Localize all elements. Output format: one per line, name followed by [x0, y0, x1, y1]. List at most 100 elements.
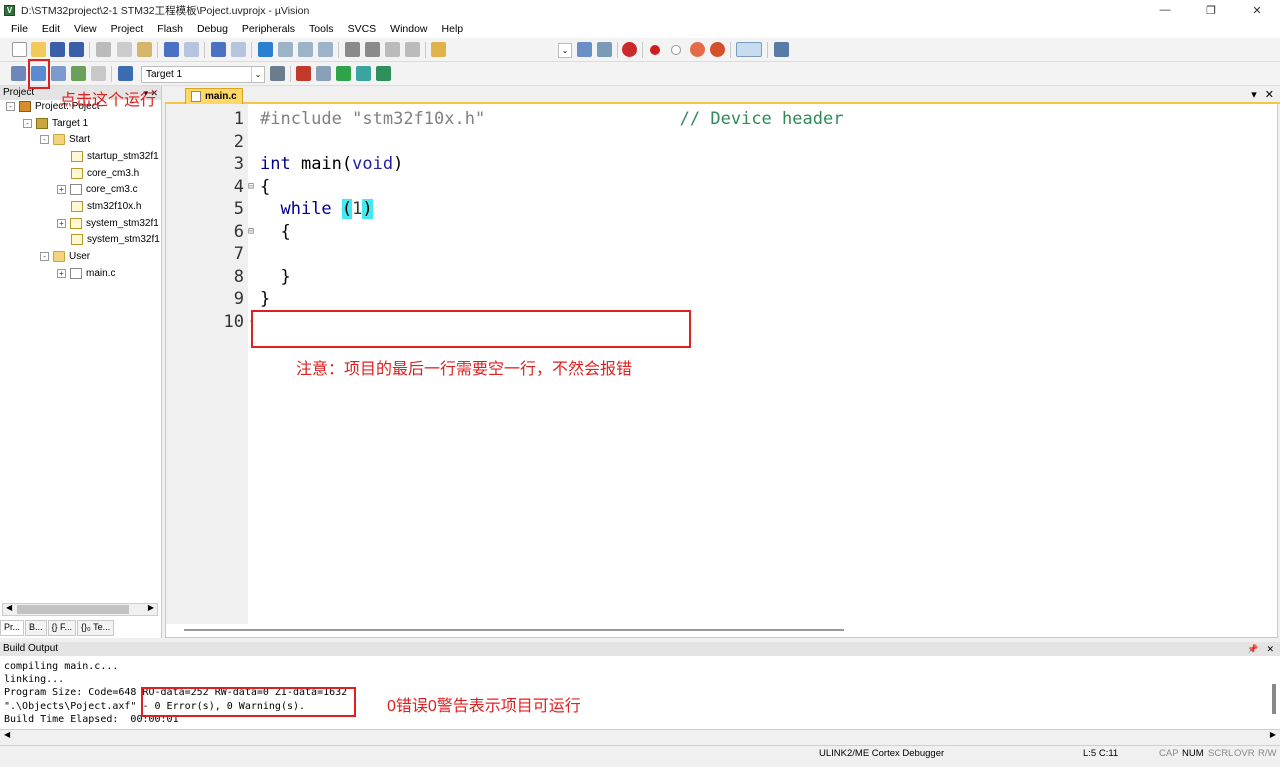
code-line[interactable]: 6 ⊟ {: [166, 221, 1266, 243]
tree-node-group-user[interactable]: - User: [40, 248, 90, 264]
menu-view[interactable]: View: [67, 23, 104, 35]
debug-session-icon[interactable]: [622, 42, 637, 57]
expand-icon[interactable]: +: [57, 268, 66, 278]
scroll-right-icon[interactable]: ▶: [148, 603, 154, 612]
expand-icon[interactable]: +: [57, 218, 66, 228]
prev-bookmark-icon[interactable]: [278, 42, 293, 57]
comment-icon[interactable]: [385, 42, 400, 57]
multi-project-icon[interactable]: [376, 66, 391, 81]
menu-peripherals[interactable]: Peripherals: [235, 23, 302, 35]
rebuild-icon[interactable]: [51, 66, 66, 81]
tree-node-file[interactable]: + system_stm32f1: [57, 215, 159, 231]
menu-svcs[interactable]: SVCS: [341, 23, 384, 35]
tree-node-file[interactable]: core_cm3.h: [71, 165, 139, 181]
target-options-icon[interactable]: [270, 66, 285, 81]
kill-breakpoints-icon[interactable]: [710, 42, 725, 57]
editor-scrollbar[interactable]: [184, 629, 844, 631]
tab-functions[interactable]: {} F...: [47, 620, 77, 636]
paste-icon[interactable]: [137, 42, 152, 57]
code-line[interactable]: 3 int main(void): [166, 153, 1266, 175]
tree-node-file[interactable]: stm32f10x.h: [71, 198, 141, 214]
tree-node-target[interactable]: - Target 1: [23, 115, 88, 131]
close-tab-icon[interactable]: ✕: [1265, 88, 1274, 101]
tree-node-file[interactable]: startup_stm32f1: [71, 148, 159, 164]
menu-edit[interactable]: Edit: [35, 23, 67, 35]
minimize-button[interactable]: —: [1142, 0, 1188, 20]
indent-icon[interactable]: [345, 42, 360, 57]
tab-project[interactable]: Pr...: [0, 620, 25, 636]
build-output-vscroll[interactable]: [1272, 684, 1276, 714]
tab-templates[interactable]: {}₀ Te...: [77, 620, 115, 636]
code-line[interactable]: 5 while (1): [166, 198, 1266, 220]
expand-icon[interactable]: +: [57, 184, 66, 194]
undo-icon[interactable]: [164, 42, 179, 57]
tree-node-group-start[interactable]: - Start: [40, 131, 90, 147]
manage-run-time-icon[interactable]: [336, 66, 351, 81]
configure-icon[interactable]: [774, 42, 789, 57]
menu-help[interactable]: Help: [435, 23, 471, 35]
tab-list-icon[interactable]: ▾: [1251, 88, 1257, 101]
collapse-icon[interactable]: -: [23, 118, 32, 128]
new-file-icon[interactable]: [12, 42, 27, 57]
tab-books[interactable]: B...: [25, 620, 47, 636]
open-file-icon[interactable]: [31, 42, 46, 57]
scroll-thumb[interactable]: [17, 605, 129, 614]
maximize-button[interactable]: ❐: [1188, 0, 1234, 20]
code-line[interactable]: 1 #include "stm32f10x.h" // Device header: [166, 108, 1266, 130]
close-icon[interactable]: ✕: [1266, 642, 1274, 656]
stop-build-icon[interactable]: [91, 66, 106, 81]
menu-window[interactable]: Window: [383, 23, 434, 35]
save-icon[interactable]: [50, 42, 65, 57]
find-dropdown[interactable]: ⌄: [558, 43, 572, 58]
redo-icon[interactable]: [184, 42, 199, 57]
build-output-hscroll[interactable]: ◀ ▶: [0, 730, 1280, 743]
batch-build-icon[interactable]: [71, 66, 86, 81]
menu-file[interactable]: File: [4, 23, 35, 35]
project-panel-scrollbar[interactable]: ◀ ▶: [2, 603, 158, 616]
navigate-forward-icon[interactable]: [231, 42, 246, 57]
code-line[interactable]: 9}: [166, 288, 1266, 310]
fold-marker-icon[interactable]: ⊟: [248, 221, 258, 243]
window-layout-icon[interactable]: [736, 42, 762, 57]
uncomment-icon[interactable]: [405, 42, 420, 57]
menu-tools[interactable]: Tools: [302, 23, 341, 35]
cut-icon[interactable]: [96, 42, 111, 57]
code-line[interactable]: 7: [166, 243, 1266, 265]
navigate-back-icon[interactable]: [211, 42, 226, 57]
fold-marker-icon[interactable]: ⊟: [248, 176, 258, 198]
manage-project-items-icon[interactable]: [296, 66, 311, 81]
incremental-find-icon[interactable]: [597, 42, 612, 57]
target-select[interactable]: Target 1 ⌄: [141, 66, 265, 83]
tree-node-file[interactable]: + main.c: [57, 265, 115, 281]
insert-breakpoint-icon[interactable]: [650, 45, 660, 55]
menu-project[interactable]: Project: [104, 23, 151, 35]
unindent-icon[interactable]: [365, 42, 380, 57]
tree-node-file[interactable]: + core_cm3.c: [57, 181, 138, 197]
enable-breakpoint-icon[interactable]: [671, 45, 681, 55]
scroll-right-icon[interactable]: ▶: [1270, 730, 1276, 739]
select-packs-icon[interactable]: [316, 66, 331, 81]
close-window-button[interactable]: ✕: [1234, 0, 1280, 20]
clear-bookmarks-icon[interactable]: [318, 42, 333, 57]
download-load-icon[interactable]: [118, 66, 133, 81]
collapse-icon[interactable]: -: [6, 101, 15, 111]
translate-icon[interactable]: [11, 66, 26, 81]
disable-breakpoints-icon[interactable]: [690, 42, 705, 57]
code-line[interactable]: 4 ⊟{: [166, 176, 1266, 198]
pack-installer-icon[interactable]: [356, 66, 371, 81]
collapse-icon[interactable]: -: [40, 251, 49, 261]
tree-node-file[interactable]: system_stm32f1: [71, 231, 160, 247]
find-icon[interactable]: [577, 42, 592, 57]
next-bookmark-icon[interactable]: [298, 42, 313, 57]
find-in-files-icon[interactable]: [431, 42, 446, 57]
tab-main-c[interactable]: main.c: [185, 88, 243, 104]
pin-icon[interactable]: 📌: [1247, 642, 1258, 656]
scroll-left-icon[interactable]: ◀: [4, 730, 10, 739]
scroll-left-icon[interactable]: ◀: [6, 603, 12, 612]
code-line[interactable]: 8 }: [166, 266, 1266, 288]
menu-debug[interactable]: Debug: [190, 23, 235, 35]
code-line[interactable]: 2: [166, 131, 1266, 153]
menu-flash[interactable]: Flash: [150, 23, 190, 35]
collapse-icon[interactable]: -: [40, 134, 49, 144]
copy-icon[interactable]: [117, 42, 132, 57]
